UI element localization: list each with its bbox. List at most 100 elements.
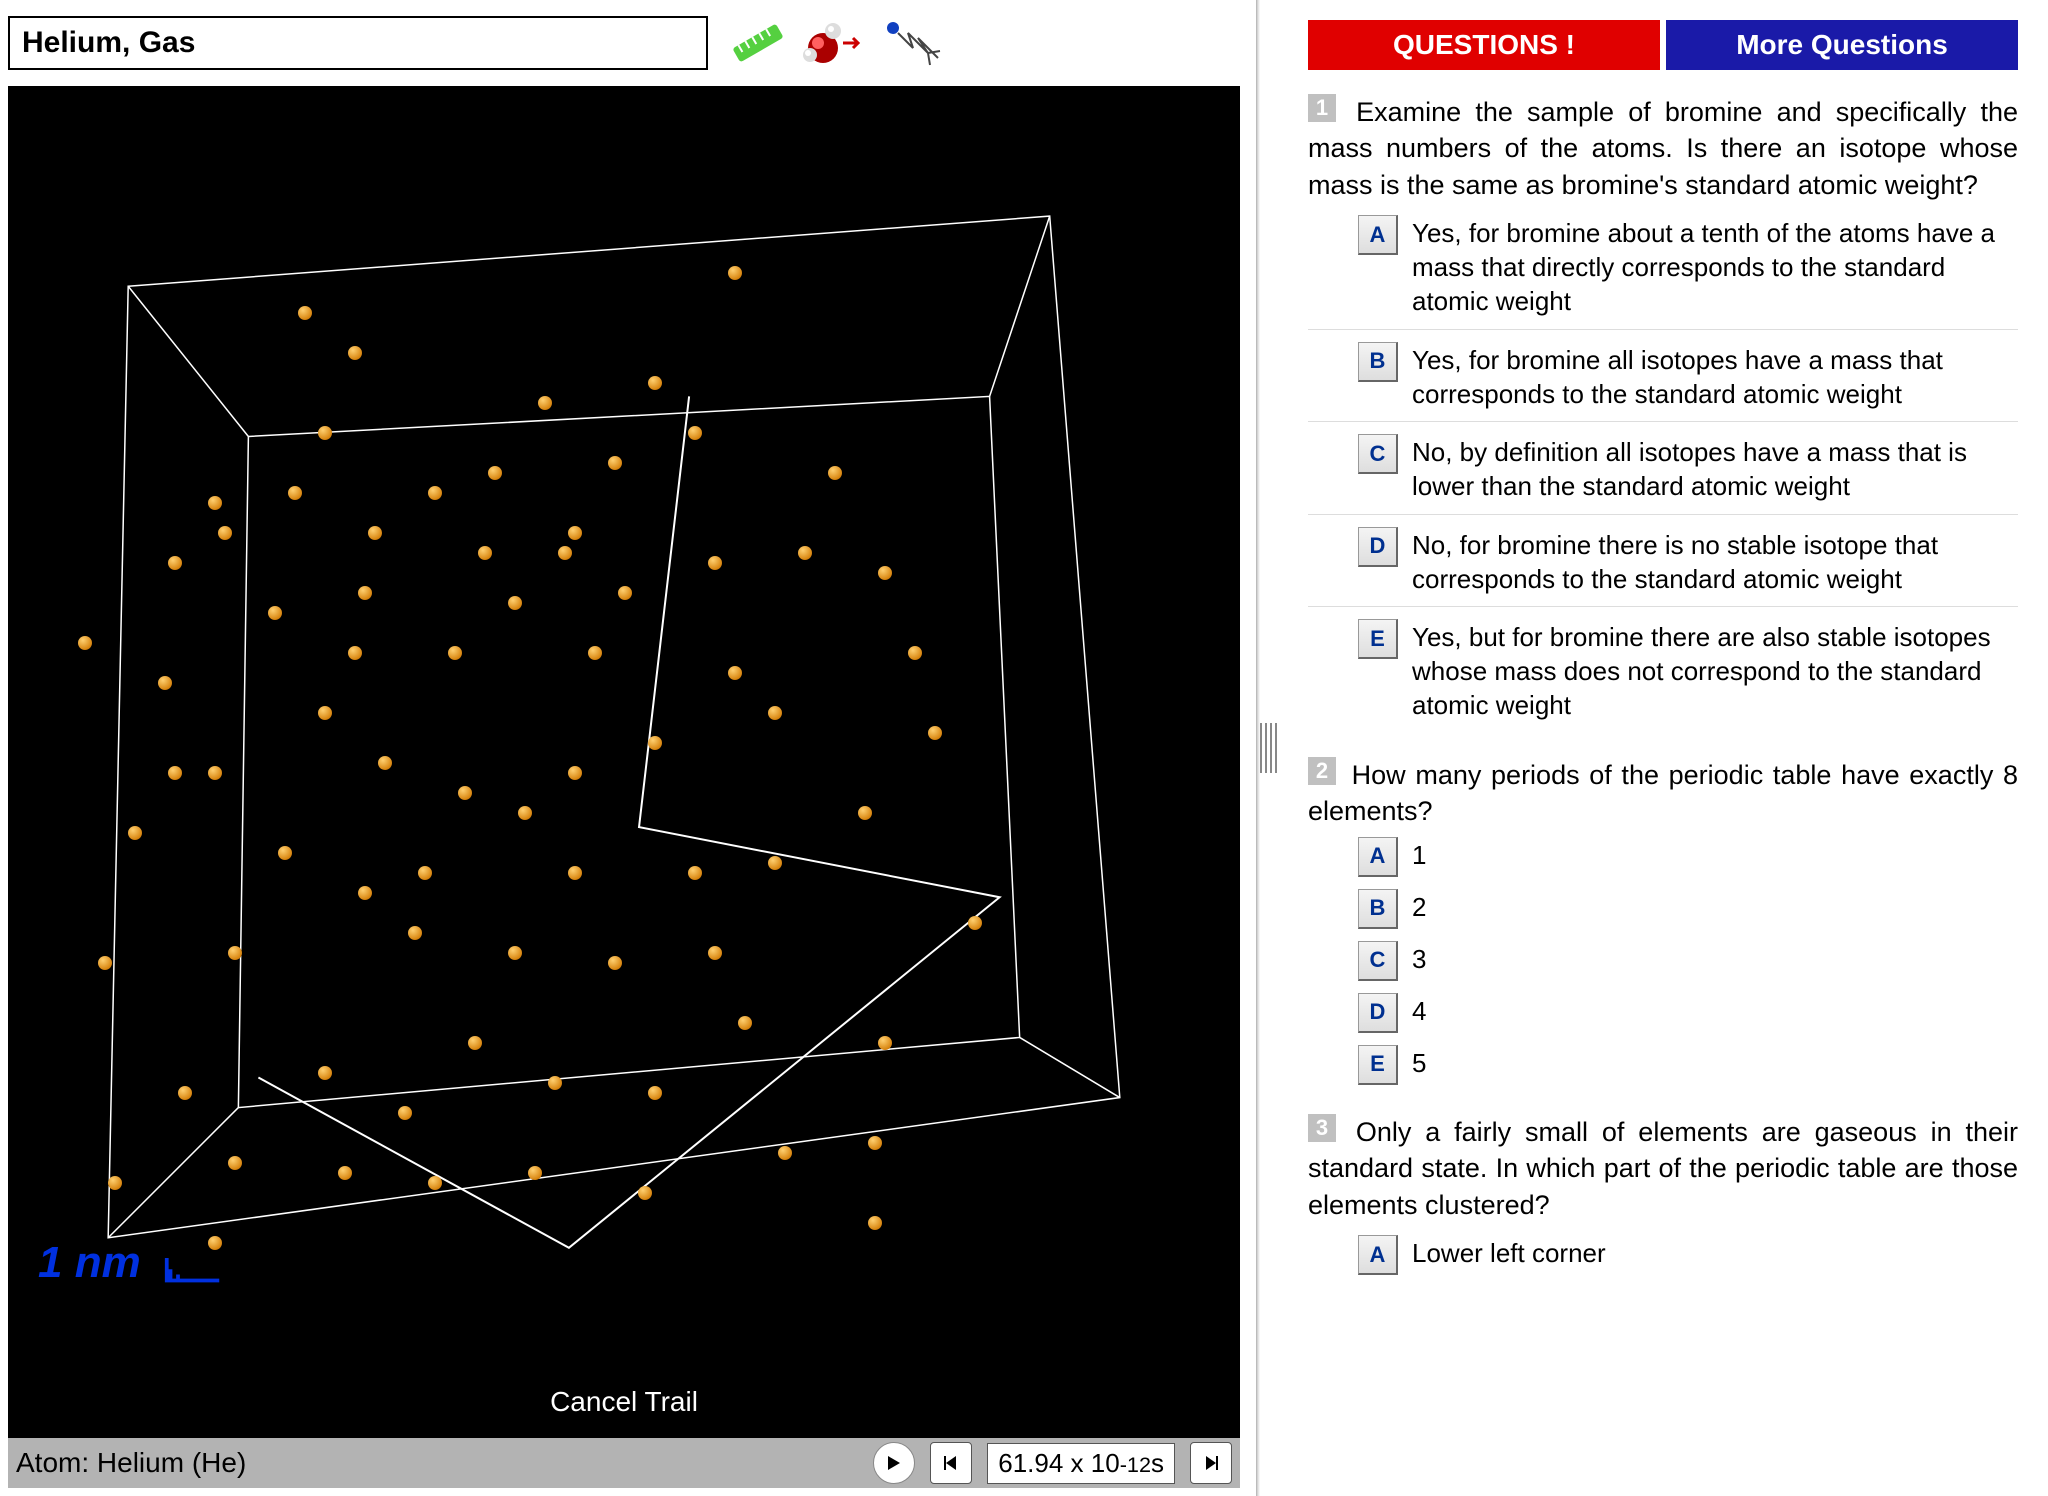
atom-dot[interactable]: [868, 1216, 882, 1230]
atom-dot[interactable]: [738, 1016, 752, 1030]
answer-button[interactable]: D: [1358, 527, 1398, 567]
atom-dot[interactable]: [878, 1036, 892, 1050]
atom-dot[interactable]: [708, 556, 722, 570]
answer-button[interactable]: B: [1358, 342, 1398, 382]
atom-dot[interactable]: [768, 856, 782, 870]
atom-dot[interactable]: [518, 806, 532, 820]
tab-more-questions[interactable]: More Questions: [1666, 20, 2018, 70]
step-forward-button[interactable]: [1190, 1442, 1232, 1484]
atom-dot[interactable]: [318, 426, 332, 440]
atom-dot[interactable]: [778, 1146, 792, 1160]
atom-dot[interactable]: [648, 1086, 662, 1100]
atom-dot[interactable]: [528, 1166, 542, 1180]
answer-button[interactable]: A: [1358, 837, 1398, 877]
atom-dot[interactable]: [768, 706, 782, 720]
atom-dot[interactable]: [428, 1176, 442, 1190]
atom-dot[interactable]: [348, 646, 362, 660]
answer-text: 3: [1412, 939, 1426, 977]
atom-dot[interactable]: [338, 1166, 352, 1180]
atom-dot[interactable]: [868, 1136, 882, 1150]
answer-button[interactable]: A: [1358, 1235, 1398, 1275]
tab-questions[interactable]: QUESTIONS !: [1308, 20, 1660, 70]
atom-dot[interactable]: [648, 736, 662, 750]
answer-button[interactable]: C: [1358, 434, 1398, 474]
atom-dot[interactable]: [608, 456, 622, 470]
atom-dot[interactable]: [878, 566, 892, 580]
atom-dot[interactable]: [398, 1106, 412, 1120]
atom-dot[interactable]: [708, 946, 722, 960]
atom-dot[interactable]: [488, 466, 502, 480]
atom-dot[interactable]: [318, 1066, 332, 1080]
atom-dot[interactable]: [908, 646, 922, 660]
atom-dot[interactable]: [278, 846, 292, 860]
atom-dot[interactable]: [108, 1176, 122, 1190]
atom-dot[interactable]: [208, 496, 222, 510]
atom-dot[interactable]: [298, 306, 312, 320]
atom-dot[interactable]: [78, 636, 92, 650]
answer-button[interactable]: A: [1358, 215, 1398, 255]
atom-dot[interactable]: [318, 706, 332, 720]
answer-button[interactable]: E: [1358, 619, 1398, 659]
atom-dot[interactable]: [178, 1086, 192, 1100]
atom-dot[interactable]: [638, 1186, 652, 1200]
atom-dot[interactable]: [368, 526, 382, 540]
atom-dot[interactable]: [828, 466, 842, 480]
molecule-model-icon[interactable]: [798, 13, 868, 73]
play-button[interactable]: [873, 1442, 915, 1484]
atom-dot[interactable]: [168, 766, 182, 780]
atom-dot[interactable]: [618, 586, 632, 600]
atom-dot[interactable]: [968, 916, 982, 930]
atom-dot[interactable]: [358, 586, 372, 600]
atom-dot[interactable]: [128, 826, 142, 840]
atom-dot[interactable]: [98, 956, 112, 970]
atom-dot[interactable]: [548, 1076, 562, 1090]
atom-dot[interactable]: [468, 1036, 482, 1050]
atom-dot[interactable]: [288, 486, 302, 500]
atom-dot[interactable]: [428, 486, 442, 500]
atom-dot[interactable]: [478, 546, 492, 560]
atom-dot[interactable]: [538, 396, 552, 410]
atom-dot[interactable]: [588, 646, 602, 660]
atom-dot[interactable]: [458, 786, 472, 800]
atom-dot[interactable]: [358, 886, 372, 900]
atom-dot[interactable]: [228, 1156, 242, 1170]
answer-button[interactable]: E: [1358, 1045, 1398, 1085]
atom-dot[interactable]: [568, 526, 582, 540]
answer-button[interactable]: C: [1358, 941, 1398, 981]
atom-dot[interactable]: [268, 606, 282, 620]
atom-dot[interactable]: [448, 646, 462, 660]
atom-dot[interactable]: [378, 756, 392, 770]
atom-dot[interactable]: [208, 1236, 222, 1250]
atom-dot[interactable]: [688, 866, 702, 880]
atom-dot[interactable]: [508, 596, 522, 610]
atom-dot[interactable]: [728, 266, 742, 280]
panel-divider[interactable]: [1248, 0, 1288, 1496]
atom-dot[interactable]: [408, 926, 422, 940]
atom-dot[interactable]: [648, 376, 662, 390]
atom-dot[interactable]: [418, 866, 432, 880]
atom-dot[interactable]: [508, 946, 522, 960]
cancel-trail-button[interactable]: Cancel Trail: [550, 1386, 698, 1418]
atom-dot[interactable]: [558, 546, 572, 560]
atom-dot[interactable]: [608, 956, 622, 970]
atom-dot[interactable]: [228, 946, 242, 960]
sample-title[interactable]: Helium, Gas: [8, 16, 708, 70]
atom-dot[interactable]: [348, 346, 362, 360]
atom-dot[interactable]: [798, 546, 812, 560]
atom-dot[interactable]: [158, 676, 172, 690]
atom-dot[interactable]: [688, 426, 702, 440]
answer-button[interactable]: D: [1358, 993, 1398, 1033]
atom-dot[interactable]: [728, 666, 742, 680]
atom-dot[interactable]: [208, 766, 222, 780]
atom-dot[interactable]: [568, 766, 582, 780]
atom-dot[interactable]: [168, 556, 182, 570]
ruler-icon[interactable]: [728, 18, 788, 68]
atom-dot[interactable]: [858, 806, 872, 820]
atom-dot[interactable]: [218, 526, 232, 540]
step-back-button[interactable]: [930, 1442, 972, 1484]
atom-dot[interactable]: [928, 726, 942, 740]
particle-trail-icon[interactable]: [878, 13, 948, 73]
simulation-canvas[interactable]: 1 nm Cancel Trail: [8, 86, 1240, 1438]
answer-button[interactable]: B: [1358, 889, 1398, 929]
atom-dot[interactable]: [568, 866, 582, 880]
